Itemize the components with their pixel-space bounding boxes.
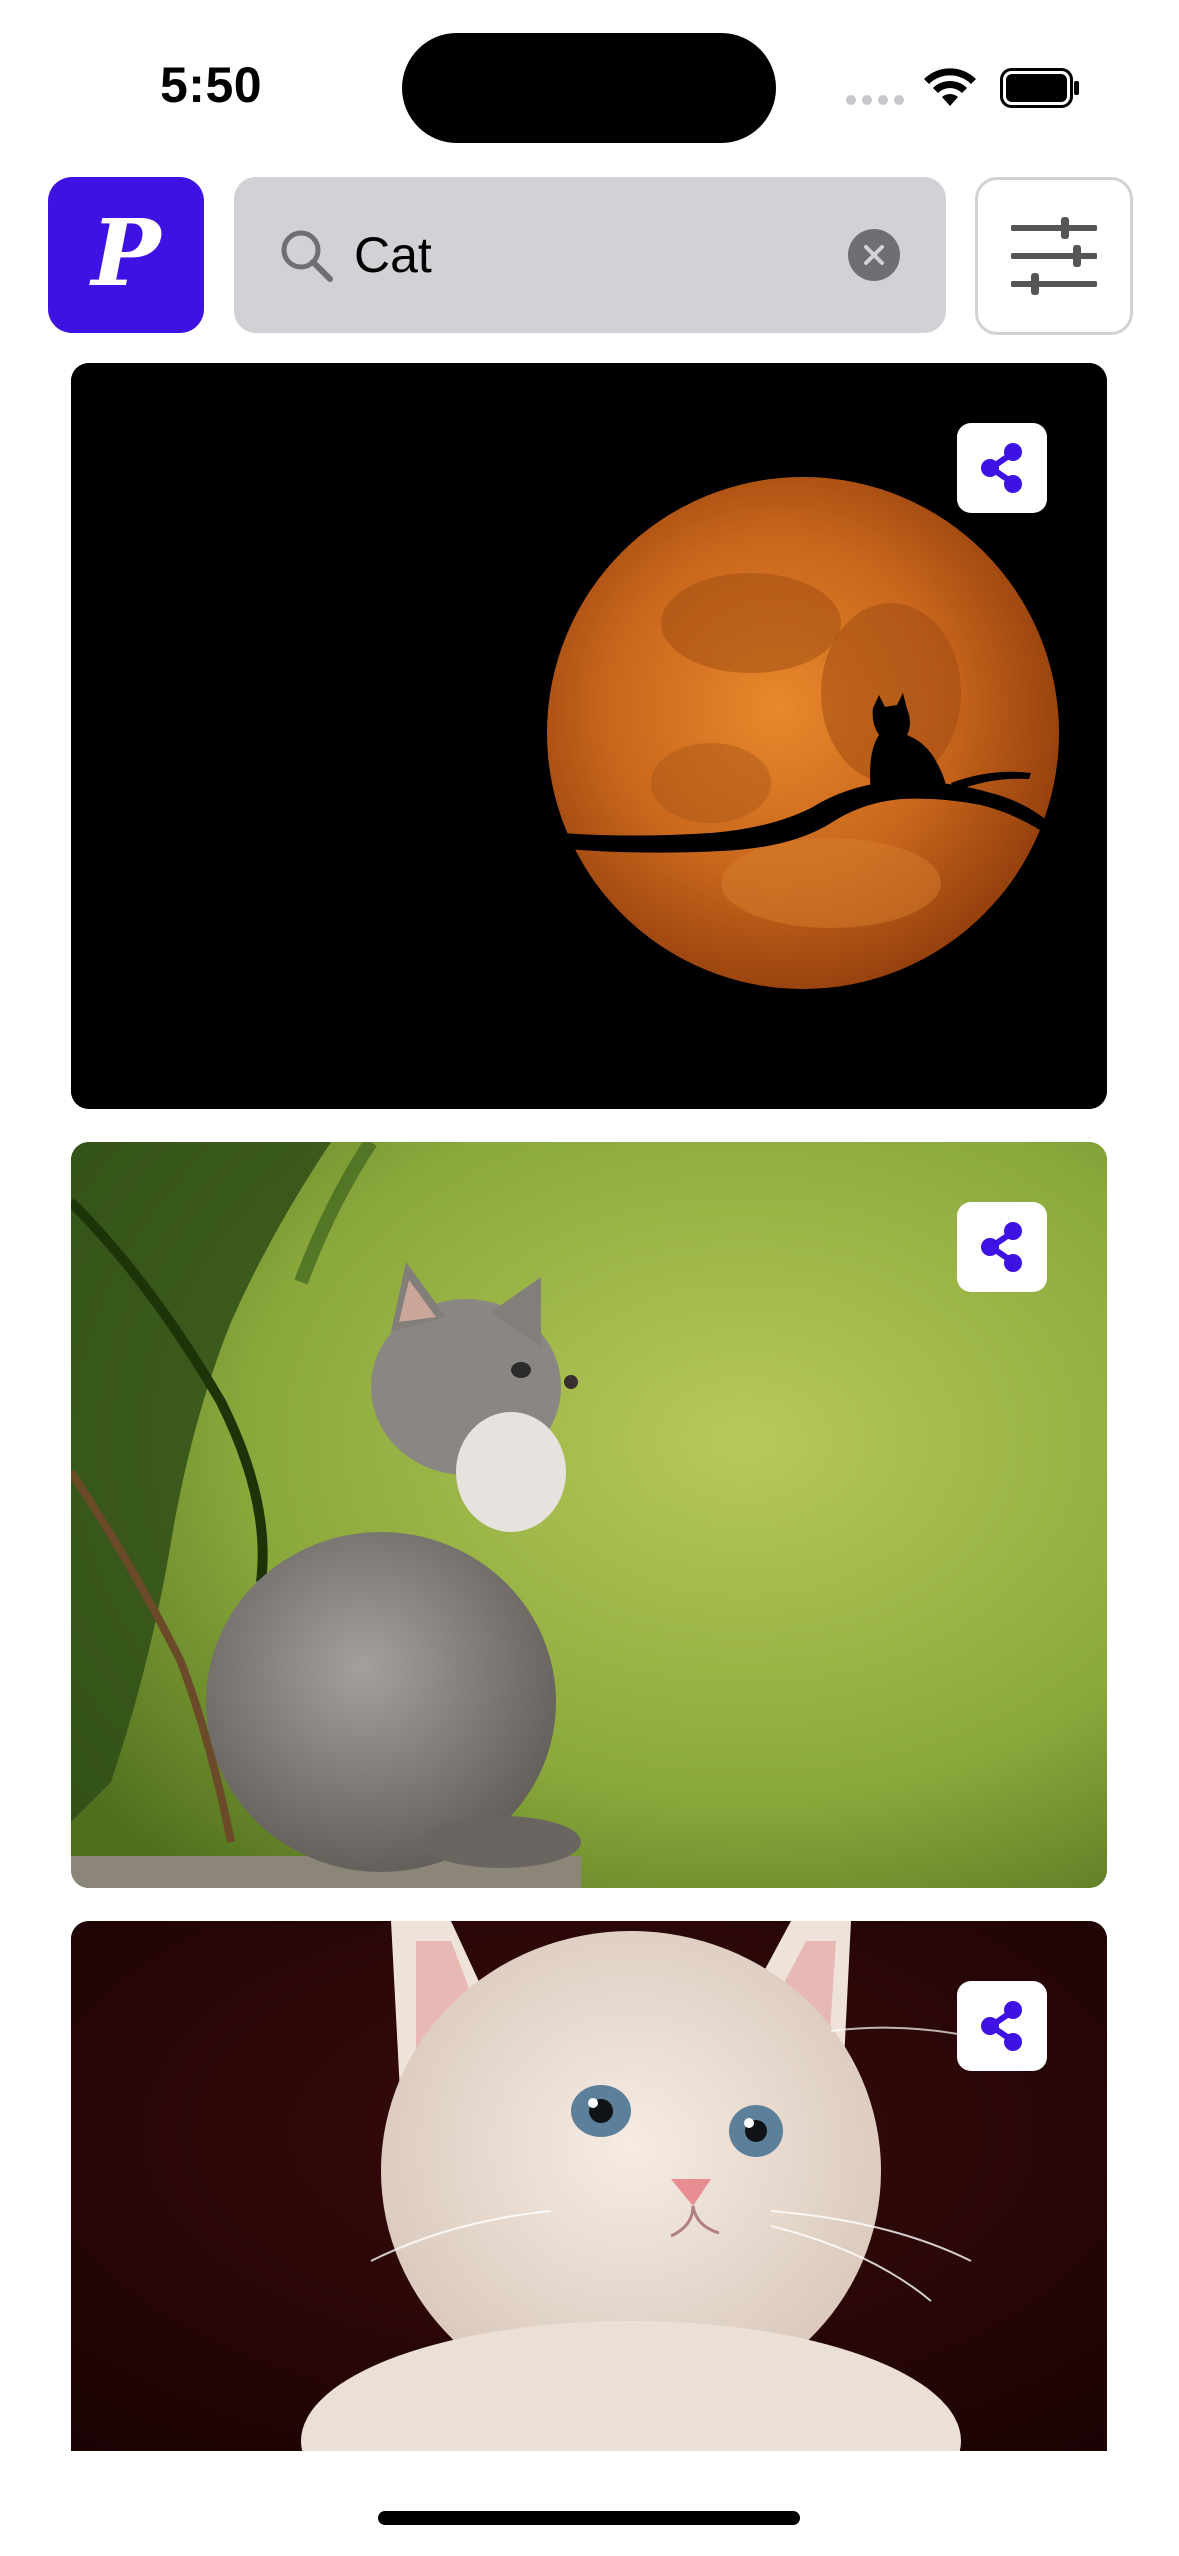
clear-icon: [864, 245, 884, 265]
cat-moon-image: [71, 363, 1107, 1109]
white-kitten-image: [71, 1921, 1107, 2451]
result-image-card[interactable]: [71, 1142, 1107, 1888]
sliders-icon: [1011, 217, 1097, 295]
home-indicator[interactable]: [378, 2511, 800, 2525]
share-button[interactable]: [957, 423, 1047, 513]
result-image-card[interactable]: [71, 1921, 1107, 2451]
clear-search-button[interactable]: [848, 229, 900, 281]
search-bar[interactable]: [234, 177, 946, 333]
share-button[interactable]: [957, 1202, 1047, 1292]
cellular-signal-icon: [846, 95, 904, 105]
filter-button[interactable]: [975, 177, 1133, 335]
search-input[interactable]: [354, 205, 834, 305]
share-icon: [981, 2001, 1022, 2051]
dynamic-island: [402, 33, 776, 143]
search-icon: [281, 230, 333, 282]
share-button[interactable]: [957, 1981, 1047, 2071]
result-image-card[interactable]: [71, 363, 1107, 1109]
status-bar: 5:50: [0, 0, 1179, 160]
app-logo-button[interactable]: P: [48, 177, 204, 333]
app-logo-letter: P: [91, 199, 161, 307]
wifi-icon: [924, 68, 976, 106]
share-icon: [981, 443, 1022, 493]
status-time: 5:50: [160, 57, 263, 113]
grey-kitten-image: [71, 1142, 1107, 1888]
share-icon: [981, 1222, 1022, 1272]
battery-icon: [1000, 68, 1079, 108]
